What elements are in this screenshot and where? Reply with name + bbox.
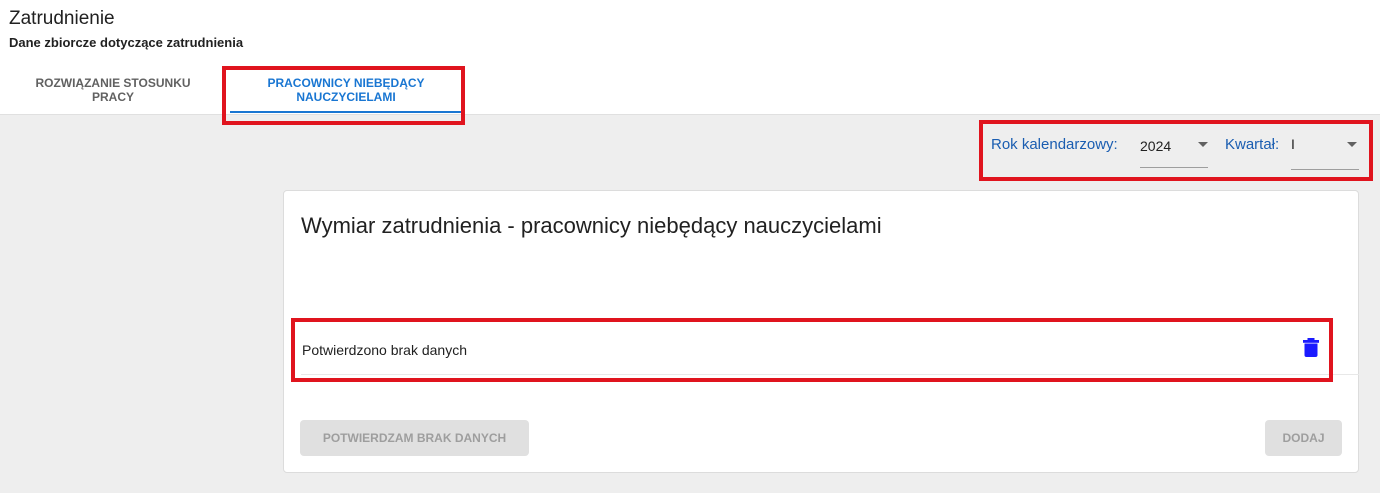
quarter-select[interactable]: I — [1291, 136, 1359, 170]
page-title: Zatrudnienie — [9, 8, 115, 29]
quarter-label: Kwartał: — [1225, 136, 1280, 153]
employment-card: Wymiar zatrudnienia - pracownicy niebędą… — [283, 190, 1359, 473]
tab-label-line1: ROZWIĄZANIE STOSUNKU — [35, 76, 191, 90]
list-item: Potwierdzono brak danych — [301, 321, 1359, 375]
tab-rozwiazanie-stosunku-pracy[interactable]: ROZWIĄZANIE STOSUNKU PRACY — [18, 65, 208, 115]
year-value: 2024 — [1140, 138, 1172, 154]
chevron-down-icon — [1347, 142, 1357, 147]
year-select[interactable]: 2024 — [1140, 138, 1208, 168]
add-button[interactable]: DODAJ — [1265, 420, 1342, 456]
no-data-confirmation-text: Potwierdzono brak danych — [302, 342, 467, 358]
tab-pracownicy-niebedacy-nauczycielami[interactable]: PRACOWNICY NIEBĘDĄCY NAUCZYCIELAMI — [230, 65, 462, 115]
confirm-no-data-button[interactable]: POTWIERDZAM BRAK DANYCH — [300, 420, 529, 456]
page-header: Zatrudnienie Dane zbiorcze dotyczące zat… — [0, 0, 1380, 115]
card-title: Wymiar zatrudnienia - pracownicy niebędą… — [301, 213, 882, 238]
chevron-down-icon — [1198, 142, 1208, 147]
trash-icon[interactable] — [1303, 338, 1319, 357]
tab-label-line2: PRACY — [91, 90, 134, 104]
tab-label-line2: NAUCZYCIELAMI — [296, 90, 396, 104]
active-tab-indicator — [230, 111, 462, 113]
tab-label-line1: PRACOWNICY NIEBĘDĄCY — [267, 76, 425, 90]
page-subtitle: Dane zbiorcze dotyczące zatrudnienia — [9, 35, 244, 50]
quarter-value: I — [1291, 136, 1295, 152]
year-label: Rok kalendarzowy: — [991, 136, 1118, 153]
